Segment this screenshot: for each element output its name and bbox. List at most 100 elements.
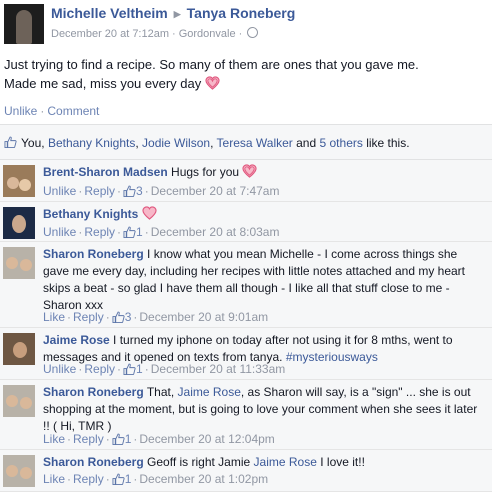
comment-body: Sharon Roneberg Geoff is right Jamie Jai… xyxy=(43,454,484,471)
comment-actions: Like · Reply · 3 · December 20 at 9:01am xyxy=(43,310,268,324)
comment-like-count[interactable]: 3 xyxy=(125,310,132,324)
comment-text: I love it!! xyxy=(320,455,365,469)
commenter-avatar[interactable] xyxy=(3,385,35,417)
avatar-face xyxy=(6,257,18,269)
comment-like-count[interactable]: 1 xyxy=(136,225,143,239)
comment-like-link[interactable]: Like xyxy=(43,310,65,324)
comment-author-link[interactable]: Brent-Sharon Madsen xyxy=(43,165,168,179)
timestamp-link[interactable]: December 20 at 7:12am xyxy=(51,28,169,40)
likes-text: You, Bethany Knights, Jodie Wilson, Tere… xyxy=(21,136,410,150)
globe-icon[interactable] xyxy=(247,27,259,38)
feed-story: Michelle Veltheim ▶ Tanya Roneberg Decembe… xyxy=(0,0,492,497)
comment-timestamp[interactable]: December 20 at 12:04pm xyxy=(139,432,274,446)
comment-timestamp[interactable]: December 20 at 9:01am xyxy=(139,310,268,324)
story-names: Michelle Veltheim ▶ Tanya Roneberg xyxy=(51,5,295,21)
avatar-face xyxy=(6,465,18,477)
mention-link[interactable]: Jaime Rose xyxy=(178,385,241,399)
comment-author-link[interactable]: Jaime Rose xyxy=(43,333,110,347)
action-separator: · xyxy=(133,310,138,324)
action-separator: · xyxy=(144,362,149,376)
comment-author-link[interactable]: Bethany Knights xyxy=(43,207,138,221)
author-name-link[interactable]: Michelle Veltheim xyxy=(51,5,168,21)
comment-reply-link[interactable]: Reply xyxy=(84,184,115,198)
comment-unlike-link[interactable]: Unlike xyxy=(43,225,76,239)
liker-link[interactable]: Bethany Knights xyxy=(48,136,135,150)
comment-reply-link[interactable]: Reply xyxy=(84,362,115,376)
hashtag-link[interactable]: #mysteriousways xyxy=(286,350,378,364)
comment-like-count[interactable]: 1 xyxy=(125,472,132,486)
unlike-link[interactable]: Unlike xyxy=(4,104,37,118)
comment-body: Sharon Roneberg That, Jaime Rose, as Sha… xyxy=(43,384,484,435)
thumbs-up-icon[interactable] xyxy=(123,363,136,375)
comment-reply-link[interactable]: Reply xyxy=(73,432,104,446)
commenter-avatar[interactable] xyxy=(3,247,35,279)
likes-comma: , xyxy=(135,136,139,150)
heart-icon xyxy=(142,206,157,220)
mention-link[interactable]: Jaime Rose xyxy=(254,455,317,469)
comment-timestamp[interactable]: December 20 at 7:47am xyxy=(151,184,280,198)
comment-unlike-link[interactable]: Unlike xyxy=(43,184,76,198)
comment-body: Jaime Rose I turned my iphone on today a… xyxy=(43,332,484,366)
comment-actions: Unlike · Reply · 1 · December 20 at 8:03am xyxy=(43,225,279,239)
avatar-face xyxy=(12,215,26,233)
commenter-avatar[interactable] xyxy=(3,207,35,239)
thumbs-up-icon[interactable] xyxy=(123,226,136,238)
comment-item: Sharon Roneberg That, Jaime Rose, as Sha… xyxy=(0,380,492,450)
likes-suffix: like this. xyxy=(366,136,410,150)
comment-like-count[interactable]: 1 xyxy=(136,362,143,376)
comment-item: Bethany Knights Unlike · Reply · 1 · December … xyxy=(0,202,492,242)
commenter-avatar[interactable] xyxy=(3,333,35,365)
thumbs-up-icon xyxy=(4,136,17,148)
comment-actions: Like · Reply · 1 · December 20 at 1:02pm xyxy=(43,472,268,486)
heart-icon xyxy=(242,164,258,178)
comment-body: Bethany Knights xyxy=(43,206,484,223)
comment-reply-link[interactable]: Reply xyxy=(84,225,115,239)
thumbs-up-icon[interactable] xyxy=(112,311,125,323)
avatar-face xyxy=(20,397,32,409)
comment-link[interactable]: Comment xyxy=(47,104,99,118)
comment-author-link[interactable]: Sharon Roneberg xyxy=(43,385,144,399)
action-separator: · xyxy=(67,310,72,324)
comment-timestamp[interactable]: December 20 at 1:02pm xyxy=(139,472,268,486)
action-separator: · xyxy=(144,184,149,198)
comment-timestamp[interactable]: December 20 at 8:03am xyxy=(151,225,280,239)
commenter-avatar[interactable] xyxy=(3,455,35,487)
avatar-figure xyxy=(16,10,32,44)
comment-reply-link[interactable]: Reply xyxy=(73,472,104,486)
comment-author-link[interactable]: Sharon Roneberg xyxy=(43,247,144,261)
comment-like-count[interactable]: 1 xyxy=(125,432,132,446)
liker-link[interactable]: Jodie Wilson xyxy=(142,136,210,150)
story-header: Michelle Veltheim ▶ Tanya Roneberg Decembe… xyxy=(0,0,492,50)
author-avatar[interactable] xyxy=(4,4,44,44)
comment-actions: Unlike · Reply · 1 · December 20 at 11:33am xyxy=(43,362,285,376)
avatar-face xyxy=(20,467,32,479)
avatar-face xyxy=(6,395,18,407)
likes-and: and xyxy=(296,136,317,150)
avatar-face xyxy=(19,179,31,191)
action-separator: · xyxy=(144,225,149,239)
story-actions: Unlike · Comment xyxy=(4,104,99,118)
target-name-link[interactable]: Tanya Roneberg xyxy=(187,5,296,21)
thumbs-up-icon[interactable] xyxy=(112,433,125,445)
meta-separator: · xyxy=(172,28,176,40)
action-separator: · xyxy=(78,184,83,198)
comment-unlike-link[interactable]: Unlike xyxy=(43,362,76,376)
thumbs-up-icon[interactable] xyxy=(123,185,136,197)
likes-you: You xyxy=(21,136,42,150)
comment-author-link[interactable]: Sharon Roneberg xyxy=(43,455,144,469)
comment-like-link[interactable]: Like xyxy=(43,472,65,486)
avatar-face xyxy=(20,259,32,271)
comment-timestamp[interactable]: December 20 at 11:33am xyxy=(151,362,286,376)
comment-reply-link[interactable]: Reply xyxy=(73,310,104,324)
likes-others-link[interactable]: 5 others xyxy=(320,136,363,150)
commenter-avatar[interactable] xyxy=(3,165,35,197)
liker-link[interactable]: Teresa Walker xyxy=(217,136,293,150)
thumbs-up-icon[interactable] xyxy=(112,473,125,485)
comment-like-link[interactable]: Like xyxy=(43,432,65,446)
avatar-face xyxy=(13,342,27,358)
location-link[interactable]: Gordonvale xyxy=(179,28,236,40)
action-separator: · xyxy=(40,104,45,118)
comment-text: Hugs for you xyxy=(171,165,240,179)
comment-like-count[interactable]: 3 xyxy=(136,184,143,198)
likes-summary: You, Bethany Knights, Jodie Wilson, Tere… xyxy=(0,124,492,160)
